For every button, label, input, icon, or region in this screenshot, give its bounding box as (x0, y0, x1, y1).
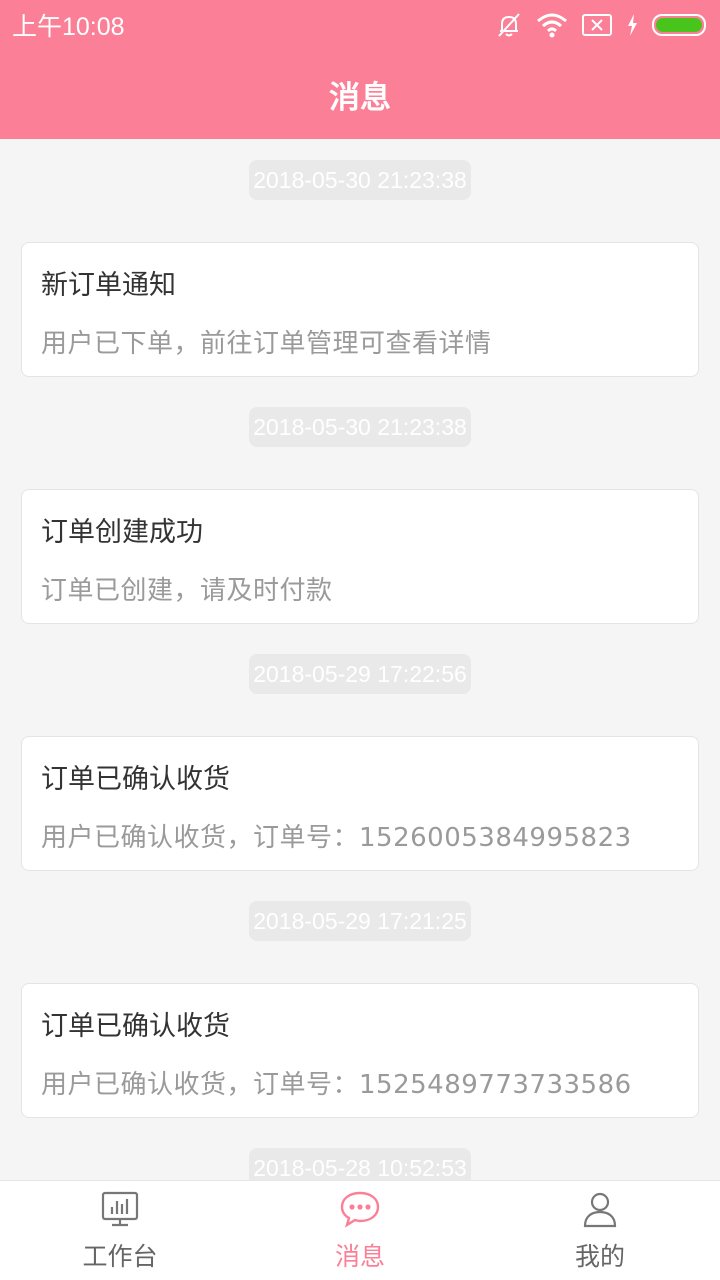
battery-icon (652, 13, 708, 37)
message-title: 新订单通知 (41, 270, 176, 301)
page-title: 消息 (329, 80, 391, 116)
message-item: 2018-05-29 17:22:56 订单已确认收货 用户已确认收货，订单号：… (0, 654, 720, 871)
user-icon (578, 1187, 622, 1231)
message-body: 订单已创建，请及时付款 (41, 576, 333, 606)
message-list[interactable]: 2018-05-30 21:23:38 新订单通知 用户已下单，前往订单管理可查… (0, 139, 720, 1180)
message-timestamp: 2018-05-29 17:21:25 (249, 901, 471, 941)
message-body: 用户已确认收货，订单号：1525489773733586 (41, 1070, 632, 1100)
message-timestamp: 2018-05-28 10:52:53 (249, 1148, 471, 1180)
message-timestamp: 2018-05-30 21:23:38 (249, 160, 471, 200)
bell-off-icon (496, 12, 522, 38)
tab-messages[interactable]: 消息 (240, 1181, 480, 1280)
tab-mine[interactable]: 我的 (480, 1181, 720, 1280)
status-bar: 上午10:08 (0, 0, 720, 50)
tab-label: 我的 (574, 1242, 625, 1271)
message-body: 用户已下单，前往订单管理可查看详情 (41, 329, 492, 359)
message-item: 2018-05-28 10:52:53 (0, 1148, 720, 1180)
wifi-icon (536, 12, 568, 38)
message-card[interactable]: 订单创建成功 订单已创建，请及时付款 (21, 489, 699, 624)
tab-label: 工作台 (82, 1242, 158, 1271)
message-title: 订单创建成功 (41, 517, 203, 548)
message-item: 2018-05-29 17:21:25 订单已确认收货 用户已确认收货，订单号：… (0, 901, 720, 1118)
message-body: 用户已确认收货，订单号：1526005384995823 (41, 823, 632, 853)
sim-off-icon (582, 13, 612, 37)
message-item: 2018-05-30 21:23:38 新订单通知 用户已下单，前往订单管理可查… (0, 160, 720, 377)
tab-label: 消息 (334, 1242, 385, 1271)
bottom-tab-bar: 工作台 消息 我的 (0, 1180, 720, 1280)
header-bar: 消息 (0, 50, 720, 139)
charging-icon (626, 13, 638, 37)
message-card[interactable]: 新订单通知 用户已下单，前往订单管理可查看详情 (21, 242, 699, 377)
message-item: 2018-05-30 21:23:38 订单创建成功 订单已创建，请及时付款 (0, 407, 720, 624)
message-icon (338, 1187, 382, 1231)
message-card[interactable]: 订单已确认收货 用户已确认收货，订单号：1526005384995823 (21, 736, 699, 871)
status-icons (496, 12, 708, 38)
message-timestamp: 2018-05-29 17:22:56 (249, 654, 471, 694)
workbench-icon (98, 1187, 142, 1231)
tab-workbench[interactable]: 工作台 (0, 1181, 240, 1280)
message-title: 订单已确认收货 (41, 1011, 230, 1042)
message-card[interactable]: 订单已确认收货 用户已确认收货，订单号：1525489773733586 (21, 983, 699, 1118)
message-timestamp: 2018-05-30 21:23:38 (249, 407, 471, 447)
message-title: 订单已确认收货 (41, 764, 230, 795)
status-time: 上午10:08 (12, 13, 125, 41)
